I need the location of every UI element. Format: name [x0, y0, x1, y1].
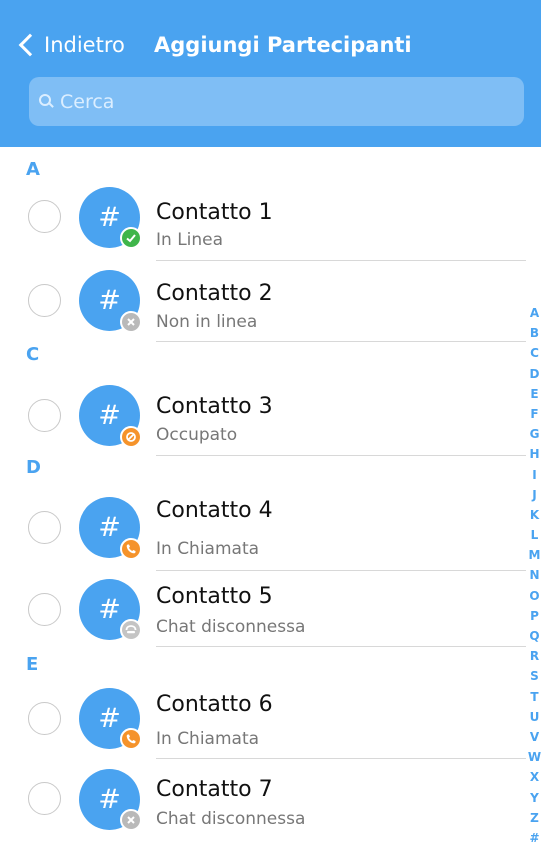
back-label: Indietro [44, 33, 125, 57]
index-letter-p[interactable]: P [530, 606, 539, 626]
select-radio[interactable] [28, 284, 61, 317]
busy-icon [120, 426, 142, 448]
index-letter-q[interactable]: Q [529, 626, 539, 646]
index-letter-f[interactable]: F [530, 404, 538, 424]
select-radio[interactable] [28, 782, 61, 815]
contact-name: Contatto 4 [156, 498, 273, 523]
index-letter-n[interactable]: N [529, 565, 539, 585]
contact-status: Chat disconnessa [156, 809, 306, 829]
index-letter-m[interactable]: M [529, 545, 541, 565]
index-letter-r[interactable]: R [530, 646, 539, 666]
index-letter-w[interactable]: W [528, 747, 541, 767]
index-letter-l[interactable]: L [531, 525, 539, 545]
check-icon [120, 227, 142, 249]
contact-name: Contatto 1 [156, 200, 273, 225]
contact-status: Non in linea [156, 312, 258, 332]
index-letter-h[interactable]: H [529, 444, 539, 464]
row-divider [156, 455, 526, 456]
index-letter-j[interactable]: J [532, 485, 536, 505]
index-letter-b[interactable]: B [530, 323, 539, 343]
header-bar: Indietro Aggiungi Partecipanti Cerca [0, 0, 541, 147]
alphabet-index[interactable]: A B C D E F G H I J K L M N O P Q R S T U V W X Y Z # [528, 303, 541, 848]
row-divider [156, 570, 526, 571]
contact-row[interactable]: # Contatto 1 In Linea [0, 181, 530, 261]
contact-name: Contatto 7 [156, 777, 273, 802]
index-letter-k[interactable]: K [530, 505, 539, 525]
contact-name: Contatto 3 [156, 394, 273, 419]
contact-row[interactable]: # Contatto 5 Chat disconnessa [0, 573, 530, 653]
section-header-d: D [26, 457, 41, 478]
section-header-c: C [26, 344, 40, 365]
index-letter-x[interactable]: X [530, 767, 539, 787]
index-letter-c[interactable]: C [530, 343, 539, 363]
contact-row[interactable]: # Contatto 7 Chat disconnessa [0, 766, 530, 846]
index-letter-o[interactable]: O [529, 586, 539, 606]
index-letter-hash[interactable]: # [529, 828, 539, 848]
row-divider [156, 646, 526, 647]
x-icon [120, 311, 142, 333]
select-radio[interactable] [28, 593, 61, 626]
search-placeholder: Cerca [60, 90, 115, 113]
select-radio[interactable] [28, 511, 61, 544]
x-icon [120, 809, 142, 831]
contact-name: Contatto 2 [156, 281, 273, 306]
row-divider [156, 758, 526, 759]
index-letter-y[interactable]: Y [530, 788, 539, 808]
contact-row[interactable]: # Contatto 6 In Chiamata [0, 685, 530, 765]
contact-status: Chat disconnessa [156, 617, 306, 637]
phone-icon [120, 538, 142, 560]
index-letter-i[interactable]: I [532, 465, 536, 485]
index-letter-a[interactable]: A [530, 303, 539, 323]
section-header-e: E [26, 654, 39, 675]
select-radio[interactable] [28, 399, 61, 432]
row-divider [156, 341, 526, 342]
index-letter-v[interactable]: V [530, 727, 539, 747]
contact-status: In Linea [156, 230, 224, 250]
contact-status: Occupato [156, 425, 238, 445]
index-letter-z[interactable]: Z [530, 808, 539, 828]
page-title: Aggiungi Partecipanti [154, 33, 412, 57]
back-button[interactable]: Indietro [14, 28, 125, 62]
contact-status: In Chiamata [156, 539, 260, 559]
row-divider [156, 260, 526, 261]
chat-disconnected-icon [120, 619, 142, 641]
index-letter-e[interactable]: E [530, 384, 538, 404]
search-input[interactable]: Cerca [29, 77, 524, 126]
index-letter-d[interactable]: D [530, 364, 540, 384]
phone-icon [120, 728, 142, 750]
section-header-a: A [26, 159, 40, 180]
contact-name: Contatto 5 [156, 584, 273, 609]
search-icon [39, 94, 54, 109]
index-letter-s[interactable]: S [530, 666, 539, 686]
index-letter-g[interactable]: G [530, 424, 540, 444]
contact-row[interactable]: # Contatto 3 Occupato [0, 375, 530, 456]
select-radio[interactable] [28, 200, 61, 233]
select-radio[interactable] [28, 702, 61, 735]
contact-status: In Chiamata [156, 729, 260, 749]
index-letter-u[interactable]: U [530, 707, 540, 727]
contact-row[interactable]: # Contatto 4 In Chiamata [0, 484, 530, 571]
chevron-left-icon [18, 33, 42, 57]
contact-row[interactable]: # Contatto 2 Non in linea [0, 262, 530, 342]
index-letter-t[interactable]: T [530, 687, 538, 707]
contact-name: Contatto 6 [156, 692, 273, 717]
